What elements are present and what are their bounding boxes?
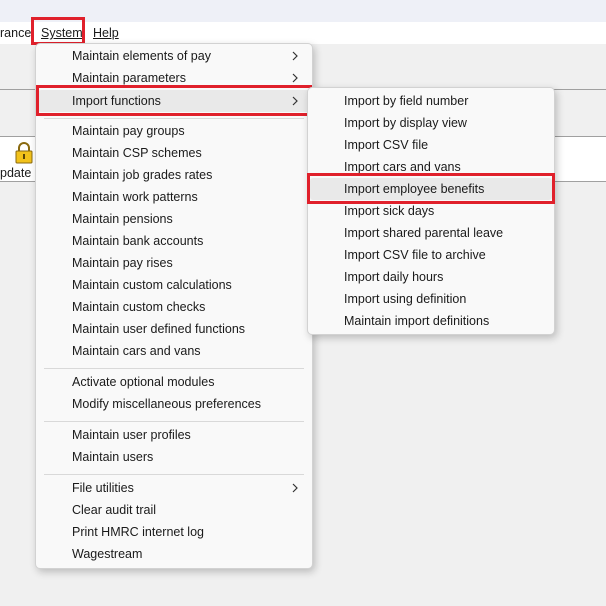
menu-item-label: Maintain CSP schemes — [72, 146, 202, 160]
submenu-item-label: Import CSV file to archive — [344, 248, 486, 262]
menu-item-label: Maintain elements of pay — [72, 49, 211, 63]
menu-item-label: Maintain pensions — [72, 212, 173, 226]
system-menu-highlight — [31, 17, 85, 45]
chevron-right-icon — [290, 477, 300, 499]
lock-icon[interactable] — [13, 142, 35, 164]
menu-item-maintain-elements-of-pay[interactable]: Maintain elements of pay — [72, 45, 306, 67]
submenu-item-label: Maintain import definitions — [344, 314, 490, 328]
menu-item-label: File utilities — [72, 481, 134, 495]
submenu-item-label: Import using definition — [344, 292, 467, 306]
menu-item-wagestream[interactable]: Wagestream — [72, 543, 306, 565]
submenu-item-label: Import daily hours — [344, 270, 444, 284]
menu-item-maintain-user-profiles[interactable]: Maintain user profiles — [72, 424, 306, 446]
menu-item-label: Maintain users — [72, 450, 154, 464]
menu-item-maintain-bank-accounts[interactable]: Maintain bank accounts — [72, 230, 306, 252]
menu-item-label: Maintain custom checks — [72, 300, 206, 314]
menu-item-clear-audit-trail[interactable]: Clear audit trail — [72, 499, 306, 521]
menu-item-maintain-user-defined-functions[interactable]: Maintain user defined functions — [72, 318, 306, 340]
menu-item-maintain-users[interactable]: Maintain users — [72, 446, 306, 468]
menu-item-maintain-cars-and-vans[interactable]: Maintain cars and vans — [72, 340, 306, 362]
menu-item-label: Wagestream — [72, 547, 143, 561]
menu-item-label: Maintain work patterns — [72, 190, 198, 204]
menu-separator — [44, 474, 304, 475]
menu-item-label: Maintain pay groups — [72, 124, 185, 138]
title-bar — [0, 0, 606, 22]
submenu-item-import-using-definition[interactable]: Import using definition — [344, 288, 544, 310]
submenu-item-label: Import by field number — [344, 94, 469, 108]
menu-separator — [44, 421, 304, 422]
menu-item-file-utilities[interactable]: File utilities — [72, 477, 306, 499]
menu-item-maintain-csp-schemes[interactable]: Maintain CSP schemes — [72, 142, 306, 164]
chevron-right-icon — [290, 45, 300, 67]
menu-clearance-partial[interactable]: rance — [0, 22, 31, 44]
system-menu: Maintain elements of pay Maintain paramet… — [35, 43, 313, 569]
submenu-item-label: Import by display view — [344, 116, 467, 130]
menu-item-label: Clear audit trail — [72, 503, 157, 517]
import-employee-benefits-highlight — [307, 173, 555, 204]
menu-bar: rance System Help — [0, 22, 606, 44]
submenu-item-import-by-display-view[interactable]: Import by display view — [344, 112, 544, 134]
menu-item-maintain-job-grades-rates[interactable]: Maintain job grades rates — [72, 164, 306, 186]
menu-item-maintain-custom-checks[interactable]: Maintain custom checks — [72, 296, 306, 318]
menu-item-label: Maintain pay rises — [72, 256, 173, 270]
submenu-item-label: Import shared parental leave — [344, 226, 504, 240]
menu-item-label: Maintain bank accounts — [72, 234, 204, 248]
menu-separator — [44, 118, 304, 119]
submenu-item-import-shared-parental-leave[interactable]: Import shared parental leave — [344, 222, 544, 244]
menu-item-modify-miscellaneous-preferences[interactable]: Modify miscellaneous preferences — [72, 393, 306, 415]
menu-item-label: Modify miscellaneous preferences — [72, 397, 261, 411]
menu-item-label: Maintain custom calculations — [72, 278, 232, 292]
menu-item-label: Maintain cars and vans — [72, 344, 201, 358]
menu-item-maintain-pay-groups[interactable]: Maintain pay groups — [72, 120, 306, 142]
submenu-item-import-csv-file[interactable]: Import CSV file — [344, 134, 544, 156]
menu-item-label: Activate optional modules — [72, 375, 215, 389]
menu-item-maintain-work-patterns[interactable]: Maintain work patterns — [72, 186, 306, 208]
menu-item-maintain-pensions[interactable]: Maintain pensions — [72, 208, 306, 230]
submenu-item-label: Import CSV file — [344, 138, 429, 152]
submenu-item-import-daily-hours[interactable]: Import daily hours — [344, 266, 544, 288]
submenu-item-import-csv-file-to-archive[interactable]: Import CSV file to archive — [344, 244, 544, 266]
menu-separator — [44, 368, 304, 369]
submenu-item-import-by-field-number[interactable]: Import by field number — [344, 90, 544, 112]
menu-item-label: Maintain user defined functions — [72, 322, 246, 336]
import-functions-highlight — [36, 85, 312, 116]
menu-item-maintain-custom-calculations[interactable]: Maintain custom calculations — [72, 274, 306, 296]
menu-help[interactable]: Help — [93, 22, 119, 44]
menu-item-label: Print HMRC internet log — [72, 525, 204, 539]
menu-item-label: Maintain job grades rates — [72, 168, 213, 182]
menu-item-maintain-pay-rises[interactable]: Maintain pay rises — [72, 252, 306, 274]
import-functions-submenu: Import by field number Import by display … — [307, 87, 555, 335]
submenu-item-maintain-import-definitions[interactable]: Maintain import definitions — [344, 310, 544, 332]
menu-item-label: Maintain user profiles — [72, 428, 191, 442]
menu-item-activate-optional-modules[interactable]: Activate optional modules — [72, 371, 306, 393]
menu-item-print-hmrc-internet-log[interactable]: Print HMRC internet log — [72, 521, 306, 543]
